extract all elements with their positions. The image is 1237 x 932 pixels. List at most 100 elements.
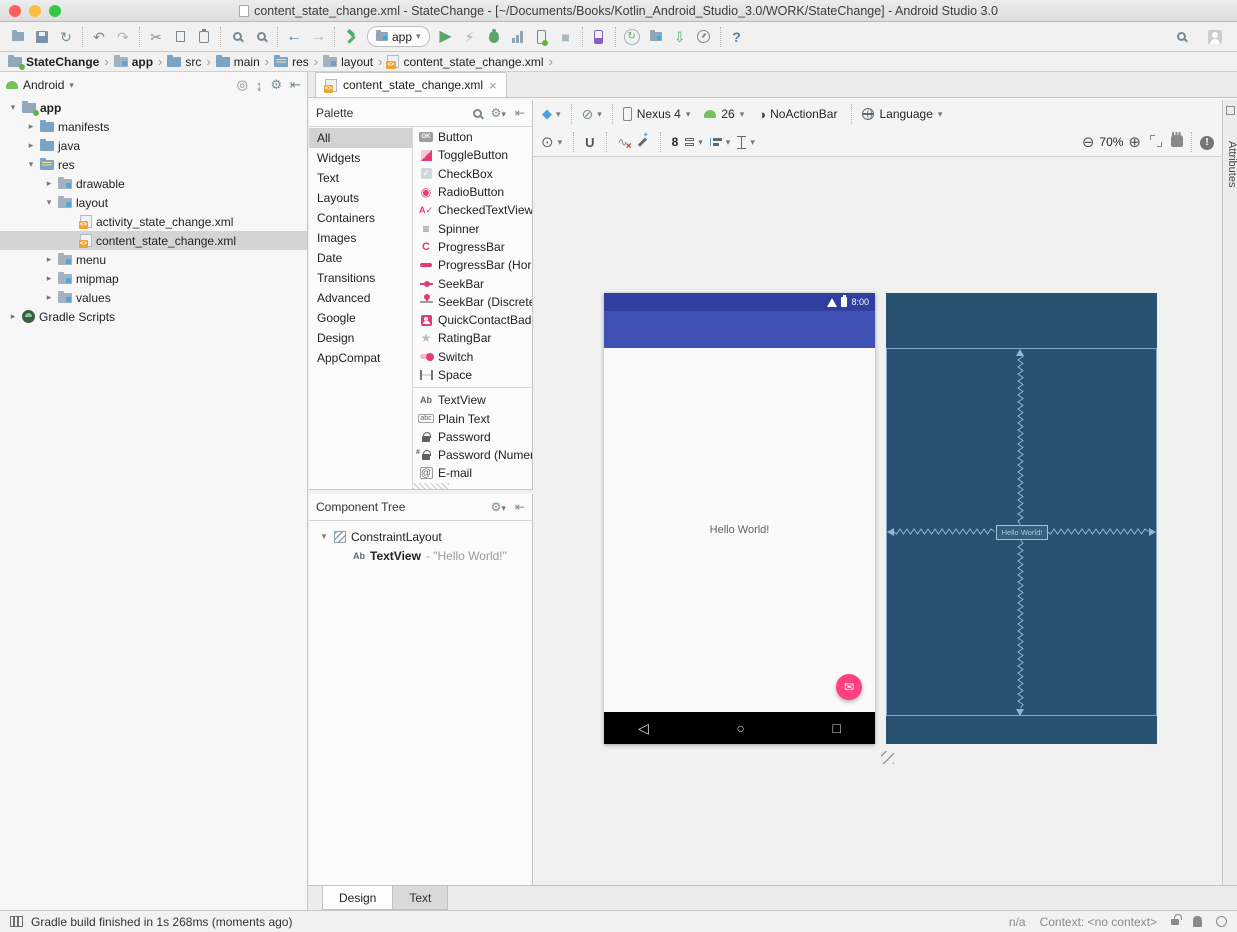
expand-arrow-icon[interactable]: ▸	[26, 140, 36, 151]
event-log-icon[interactable]	[1216, 916, 1227, 927]
expand-arrow-icon[interactable]: ▸	[8, 311, 18, 322]
attributes-tab[interactable]: Attributes	[1223, 141, 1237, 187]
expand-arrow-icon[interactable]: ▸	[44, 292, 54, 303]
infer-constraints-button[interactable]	[635, 134, 649, 151]
palette-category-widgets[interactable]: Widgets	[309, 148, 412, 168]
palette-item-spinner[interactable]: ≡Spinner	[413, 219, 532, 237]
preview-fab[interactable]: ✉	[836, 674, 862, 700]
collapse-arrow-icon[interactable]: ▾	[319, 531, 329, 542]
palette-gear-icon[interactable]: ⚙▾	[491, 106, 506, 120]
undo-button[interactable]: ↶	[87, 25, 111, 49]
save-button[interactable]	[30, 25, 54, 49]
palette-item-checkedtextview[interactable]: A✓CheckedTextView	[413, 201, 532, 219]
palette-item-seekbar-discrete[interactable]: SeekBar (Discrete)	[413, 293, 532, 311]
palette-search-icon[interactable]	[473, 109, 482, 118]
palette-scrollbar[interactable]	[413, 483, 449, 489]
palette-item-switch[interactable]: Switch	[413, 348, 532, 366]
orientation-select[interactable]: ⊘▾	[582, 107, 602, 121]
palette-item-progressbar-horizontal[interactable]: ProgressBar (Horizontal)	[413, 256, 532, 274]
stop-button[interactable]: ■	[554, 25, 578, 49]
forward-button[interactable]: →	[306, 25, 330, 49]
redo-button[interactable]: ↷	[111, 25, 135, 49]
palette-category-containers[interactable]: Containers	[309, 208, 412, 228]
palette-category-date[interactable]: Date	[309, 248, 412, 268]
lock-icon[interactable]	[1171, 919, 1179, 925]
palette-item-password-numeric[interactable]: #Password (Numeric)	[413, 446, 532, 464]
component-constraintlayout[interactable]: ▾ ConstraintLayout	[309, 527, 532, 546]
avd-manager-button[interactable]	[692, 25, 716, 49]
palette-category-google[interactable]: Google	[309, 308, 412, 328]
api-select[interactable]: 26▾	[704, 107, 744, 121]
component-tree-dock-icon[interactable]: ⇤	[515, 500, 525, 514]
zoom-out-button[interactable]: ⊖	[1082, 135, 1095, 150]
run-configuration-select[interactable]: app ▾	[367, 26, 430, 47]
palette-category-advanced[interactable]: Advanced	[309, 288, 412, 308]
tree-item-mipmap[interactable]: ▸mipmap	[0, 269, 307, 288]
component-textview[interactable]: Ab TextView - "Hello World!"	[309, 546, 532, 565]
tree-item-gradle-scripts[interactable]: ▸Gradle Scripts	[0, 307, 307, 326]
palette-item-email[interactable]: @E-mail	[413, 464, 532, 482]
default-margin-value[interactable]: 8	[672, 135, 679, 149]
align-button[interactable]: ▾	[710, 137, 731, 148]
palette-item-radiobutton[interactable]: ◉RadioButton	[413, 183, 532, 201]
view-options-button[interactable]: ⊙▾	[541, 135, 562, 150]
design-variant-select[interactable]: ◆▾	[542, 106, 561, 122]
zoom-in-button[interactable]: ⊕	[1128, 135, 1141, 150]
palette-item-button[interactable]: OKButton	[413, 128, 532, 146]
paste-button[interactable]	[192, 25, 216, 49]
editor-tab[interactable]: content_state_change.xml ×	[315, 72, 507, 97]
design-preview[interactable]: 8:00 Hello World! ✉ ◁ ○ □	[604, 293, 875, 744]
breadcrumb-main[interactable]: main	[216, 55, 260, 69]
clear-constraints-button[interactable]: ∿	[618, 135, 628, 149]
collapse-all-button[interactable]: ↨	[256, 78, 263, 93]
palette-item-ratingbar[interactable]: ★RatingBar	[413, 329, 532, 347]
nav-back-icon[interactable]: ◁	[638, 720, 649, 737]
blueprint-textview[interactable]: Hello World!	[996, 525, 1048, 540]
tree-item-res[interactable]: ▾res	[0, 155, 307, 174]
palette-item-space[interactable]: Space	[413, 366, 532, 384]
open-button[interactable]	[6, 25, 30, 49]
settings-gear-button[interactable]: ⚙	[270, 77, 282, 93]
palette-item-seekbar[interactable]: SeekBar	[413, 274, 532, 292]
hide-panel-button[interactable]: ⇤	[290, 77, 301, 93]
canvas-resize-handle[interactable]	[881, 751, 894, 764]
errors-button[interactable]: !	[1200, 134, 1214, 150]
palette-category-transitions[interactable]: Transitions	[309, 268, 412, 288]
palette-item-plaintext[interactable]: abcPlain Text	[413, 409, 532, 427]
breadcrumb-res[interactable]: res	[274, 55, 309, 69]
locate-file-button[interactable]: ◎	[237, 77, 248, 93]
search-everywhere-button[interactable]	[1169, 25, 1193, 49]
palette-item-password[interactable]: Password	[413, 428, 532, 446]
tree-item-drawable[interactable]: ▸drawable	[0, 174, 307, 193]
toolwindow-toggle-icon[interactable]	[10, 916, 23, 927]
tree-item-manifests[interactable]: ▸manifests	[0, 117, 307, 136]
palette-item-togglebutton[interactable]: ToggleButton	[413, 146, 532, 164]
tree-item-app[interactable]: ▾app	[0, 98, 307, 117]
find-button[interactable]	[225, 25, 249, 49]
device-select[interactable]: Nexus 4▾	[623, 107, 691, 121]
make-project-button[interactable]	[339, 25, 363, 49]
zoom-fit-button[interactable]	[1150, 135, 1162, 150]
captures-button[interactable]	[644, 25, 668, 49]
layout-inspector-button[interactable]	[587, 25, 611, 49]
breadcrumb-layout[interactable]: layout	[323, 55, 373, 69]
apply-changes-button[interactable]: ⚡	[458, 25, 482, 49]
help-button[interactable]: ?	[725, 25, 749, 49]
design-canvas[interactable]: 8:00 Hello World! ✉ ◁ ○ □ Hello World!	[533, 157, 1222, 885]
palette-category-all[interactable]: All	[309, 128, 412, 148]
palette-category-text[interactable]: Text	[309, 168, 412, 188]
project-view-selector[interactable]: Android	[23, 78, 64, 92]
attach-debugger-button[interactable]	[530, 25, 554, 49]
pan-button[interactable]	[1171, 135, 1183, 150]
palette-category-images[interactable]: Images	[309, 228, 412, 248]
collapse-arrow-icon[interactable]: ▾	[26, 159, 36, 170]
tab-design[interactable]: Design	[322, 886, 393, 910]
tree-item-java[interactable]: ▸java	[0, 136, 307, 155]
inspections-icon[interactable]	[1193, 916, 1202, 927]
close-tab-icon[interactable]: ×	[489, 78, 497, 93]
gradle-sync-button[interactable]: ↻	[620, 25, 644, 49]
pack-button[interactable]: ▾	[685, 137, 703, 148]
palette-category-appcompat[interactable]: AppCompat	[309, 348, 412, 368]
nav-recents-icon[interactable]: □	[833, 720, 841, 736]
debug-button[interactable]	[482, 25, 506, 49]
